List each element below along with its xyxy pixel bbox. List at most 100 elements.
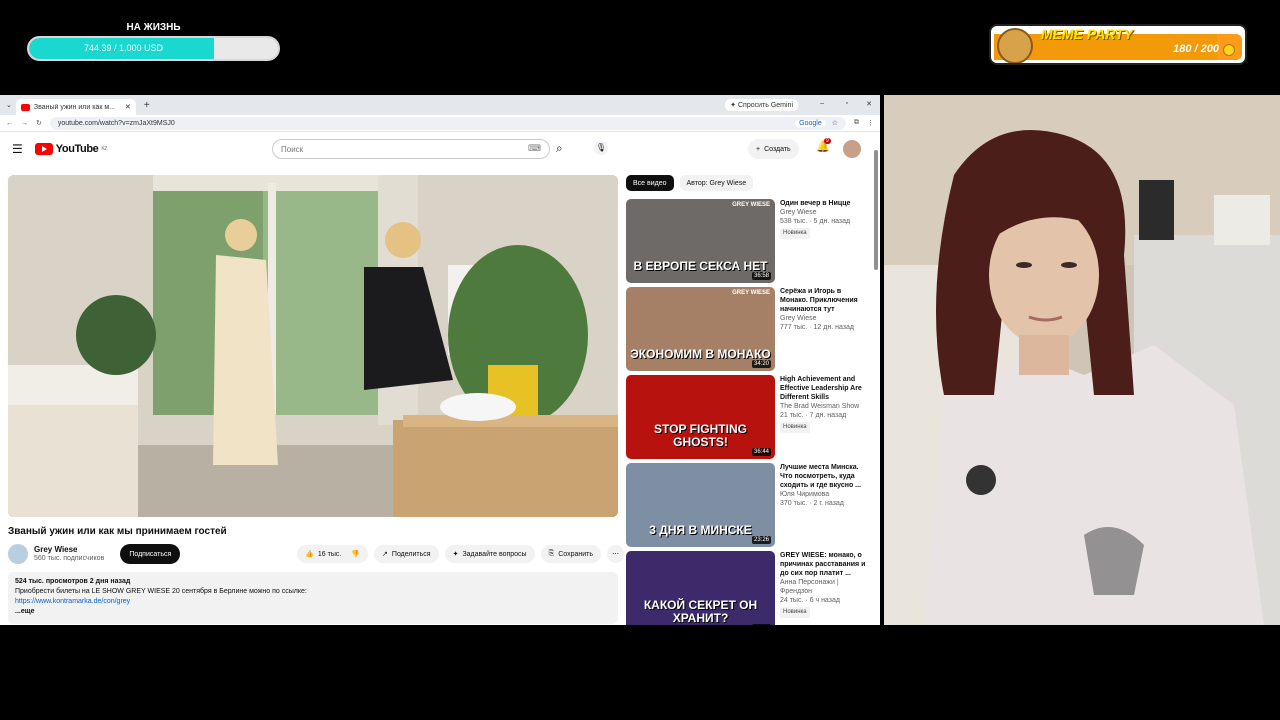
minimize-icon[interactable]: – (820, 100, 824, 107)
account-avatar[interactable] (843, 140, 861, 158)
browser-window: ⌄ Званый ужин или как м... ✕ + ✦ Спросит… (0, 95, 880, 625)
desc-link[interactable]: https://www.kontramarka.de/con/grey (15, 597, 611, 607)
keyboard-icon[interactable]: ⌨ (528, 143, 541, 154)
recommendation-list: В ЕВРОПЕ СЕКСА НЕТ GREY WIESE 36:58 Один ве… (626, 199, 872, 625)
page-scrollbar[interactable] (874, 150, 878, 270)
video-duration: 34:20 (751, 360, 771, 368)
chip-all-videos[interactable]: Все видео (626, 175, 674, 191)
recommendation-stats: 24 тыс. · 6 ч назад (780, 597, 840, 604)
video-duration: 36:58 (751, 272, 771, 280)
url-text: youtube.com/watch?v=zmJaXt9MSJ0 (57, 119, 175, 127)
video-title: Званый ужин или как мы принимаем гостей (8, 526, 227, 537)
recommendation-thumbnail[interactable]: КАКОЙ СЕКРЕТ ОН ХРАНИТ?22:15 (626, 551, 775, 625)
bookmark-star-icon[interactable]: ☆ (832, 119, 838, 127)
subscribe-button[interactable]: Подписаться (120, 544, 181, 564)
save-label: Сохранить (558, 550, 593, 558)
back-icon[interactable]: ← (6, 120, 13, 127)
search-box: ⌨ (272, 139, 550, 159)
recommendation-channel[interactable]: Grey Wiese (780, 208, 870, 217)
create-label: Создать (764, 145, 791, 153)
recommendation-thumbnail[interactable]: ЭКОНОМИМ В МОНАКО GREY WIESE 34:20 (626, 287, 775, 371)
recommendation-thumbnail[interactable]: В ЕВРОПЕ СЕКСА НЕТ GREY WIESE 36:58 (626, 199, 775, 283)
gemini-button[interactable]: ✦ Спросить Gemini (725, 99, 798, 111)
like-count: 16 тыс. (317, 550, 342, 558)
tab-title: Званый ужин или как м... (33, 103, 115, 111)
recommendation-stats: 21 тыс. · 7 дн. назад (780, 412, 847, 419)
recommendation-item[interactable]: 3 ДНЯ В МИНСКЕ 23:26 Лучшие места Минска. … (626, 463, 872, 547)
url-field[interactable]: youtube.com/watch?v=zmJaXt9MSJ0 Google ☆ (49, 116, 846, 130)
tab-youtube[interactable]: Званый ужин или как м... ✕ (15, 99, 136, 115)
recommendation-title[interactable]: High Achievement and Effective Leadershi… (780, 375, 870, 402)
channel-avatar[interactable] (8, 544, 28, 564)
video-frame (8, 175, 618, 517)
recommendation-channel[interactable]: Юля Чиримова (780, 490, 870, 499)
maximize-icon[interactable]: ▫ (846, 100, 848, 107)
video-player[interactable] (8, 175, 618, 517)
tab-bar: ⌄ Званый ужин или как м... ✕ + ✦ Спросит… (0, 95, 880, 115)
meme-value: 180 / 200 (1173, 43, 1219, 55)
channel-name[interactable]: Grey Wiese (34, 545, 104, 554)
notification-count: 9 (824, 138, 831, 144)
save-button[interactable]: ⎘ Сохранить (540, 545, 601, 563)
youtube-logo[interactable]: YouTube KZ (34, 142, 107, 155)
thumbs-down-icon[interactable]: 👎 (351, 550, 360, 558)
recommendation-meta: Один вечер в Ницце Grey Wiese 538 тыс. · 5… (780, 199, 870, 283)
ask-button[interactable]: ✦ Задавайте вопросы (444, 545, 535, 563)
forward-icon[interactable]: → (21, 120, 28, 127)
save-icon: ⎘ (548, 550, 555, 557)
recommendations-sidebar: Все видео Автор: Grey Wiese В ЕВРОПЕ СЕК… (626, 175, 872, 625)
search-icon[interactable]: ⌕ (556, 141, 563, 156)
extension-icon[interactable]: ⧉ (854, 119, 859, 127)
share-button[interactable]: ↗ Поделиться (374, 545, 439, 563)
address-bar: ← → ↻ youtube.com/watch?v=zmJaXt9MSJ0 Go… (0, 115, 880, 132)
voice-search-icon[interactable]: 🎙 (594, 141, 608, 155)
thumbnail-caption: КАКОЙ СЕКРЕТ ОН ХРАНИТ? (643, 598, 758, 625)
recommendation-meta: High Achievement and Effective Leadershi… (780, 375, 870, 459)
recommendation-title[interactable]: GREY WIESE: монако, о причинах расставан… (780, 551, 870, 578)
recommendation-meta: Серёжа и Игорь в Монако. Приключения нач… (780, 287, 870, 371)
meme-party-widget: MEME PARTY 180 / 200 (989, 24, 1247, 65)
recommendation-item[interactable]: STOP FIGHTING GHOSTS! 36:44 High Achieveme… (626, 375, 872, 459)
hamburger-menu-icon[interactable]: ☰ (12, 142, 23, 156)
chip-author[interactable]: Автор: Grey Wiese (679, 175, 754, 191)
webcam-feed (884, 95, 1280, 625)
recommendation-channel[interactable]: The Brad Weisman Show (780, 402, 870, 411)
recommendation-thumbnail[interactable]: STOP FIGHTING GHOSTS! 36:44 (626, 375, 775, 459)
sparkle-icon: ✦ (452, 551, 459, 558)
channel-subs: 560 тыс. подписчиков (34, 555, 105, 562)
new-badge: Новинка (780, 607, 810, 618)
new-tab-icon[interactable]: + (144, 100, 150, 111)
recommendation-item[interactable]: В ЕВРОПЕ СЕКСА НЕТ GREY WIESE 36:58 Один ве… (626, 199, 872, 283)
ask-label: Задавайте вопросы (462, 550, 527, 558)
recommendation-meta: GREY WIESE: монако, о причинах расставан… (780, 551, 870, 625)
desc-more[interactable]: ...еще (15, 607, 611, 617)
recommendation-item[interactable]: ЭКОНОМИМ В МОНАКО GREY WIESE 34:20 Серёжа и… (626, 287, 872, 371)
meme-title: MEME PARTY (1041, 26, 1134, 42)
recommendation-title[interactable]: Лучшие места Минска. Что посмотреть, куд… (780, 463, 870, 490)
recommendation-stats: 777 тыс. · 12 дн. назад (780, 324, 854, 331)
desc-stats: 524 тыс. просмотров 2 дня назад (15, 578, 131, 585)
video-duration: 36:44 (751, 448, 771, 456)
window-close-icon[interactable]: ✕ (866, 100, 872, 108)
recommendation-item[interactable]: КАКОЙ СЕКРЕТ ОН ХРАНИТ?22:15GREY WIESE: … (626, 551, 872, 625)
reload-icon[interactable]: ↻ (36, 119, 42, 127)
recommendation-channel[interactable]: Grey Wiese (780, 314, 870, 323)
description-box[interactable]: 524 тыс. просмотров 2 дня назад Приобрес… (8, 572, 618, 624)
tab-list-icon[interactable]: ⌄ (6, 101, 12, 109)
coin-icon (1223, 44, 1235, 56)
more-actions-icon[interactable]: ⋯ (607, 545, 624, 563)
like-button[interactable]: 👍 16 тыс. 👎 (297, 545, 369, 563)
thumbnail-brand: GREY WIESE (732, 290, 770, 296)
recommendation-thumbnail[interactable]: 3 ДНЯ В МИНСКЕ 23:26 (626, 463, 775, 547)
recommendation-title[interactable]: Один вечер в Ницце (780, 199, 870, 208)
tab-close-icon[interactable]: ✕ (125, 103, 131, 111)
search-input[interactable] (281, 144, 511, 154)
desc-line: Приобрести билеты на LE SHOW GREY WIESE … (15, 588, 307, 595)
new-badge: Новинка (780, 228, 810, 239)
menu-dots-icon[interactable]: ⋮ (867, 119, 874, 127)
recommendation-title[interactable]: Серёжа и Игорь в Монако. Приключения нач… (780, 287, 870, 314)
create-button[interactable]: + Создать (748, 139, 799, 159)
new-badge: Новинка (780, 422, 810, 433)
recommendation-channel[interactable]: Анна Персонажи | Френдзон (780, 578, 870, 596)
google-lens-chip[interactable]: Google (795, 119, 826, 127)
